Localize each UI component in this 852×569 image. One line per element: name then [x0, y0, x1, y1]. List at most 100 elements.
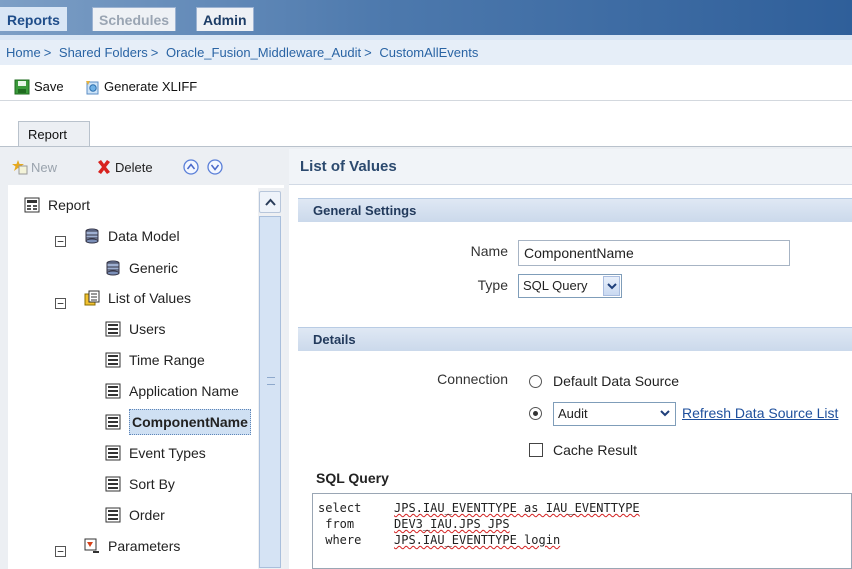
tree-item-event-types[interactable]: Event Types — [105, 441, 206, 465]
tree-item-data-model[interactable]: Data Model — [84, 224, 180, 248]
sql-keyword: select — [318, 501, 362, 515]
breadcrumb-separator: > — [364, 45, 372, 60]
breadcrumb-current: CustomAllEvents — [379, 45, 479, 60]
tree-item-sort-by[interactable]: Sort By — [105, 472, 175, 496]
tree-item-time-range[interactable]: Time Range — [105, 348, 205, 372]
radio-selected-dot — [533, 411, 538, 416]
sql-code: JPS.IAU_EVENTTYPE login — [394, 533, 561, 547]
move-down-icon[interactable] — [207, 159, 223, 175]
tree-label: List of Values — [108, 290, 192, 306]
tree-label: Parameters — [108, 538, 181, 554]
tree-label: Report — [48, 197, 91, 213]
delete-button[interactable]: Delete — [96, 159, 153, 175]
move-up-icon[interactable] — [183, 159, 199, 175]
dropdown-arrow — [603, 276, 620, 296]
generate-xliff-button[interactable]: Generate XLIFF — [84, 72, 197, 102]
lov-folder-icon — [84, 290, 100, 306]
sql-line: where JPS.IAU_EVENTTYPE login — [318, 532, 851, 548]
new-button[interactable]: New — [12, 159, 57, 175]
tree-item-componentname[interactable]: ComponentName — [105, 409, 251, 435]
list-icon — [105, 476, 121, 492]
chevron-down-icon — [660, 410, 670, 417]
list-icon — [105, 352, 121, 368]
scroll-up-button[interactable] — [259, 191, 281, 213]
list-icon — [105, 414, 121, 430]
breadcrumb: Home > Shared Folders > Oracle_Fusion_Midd… — [0, 40, 852, 65]
save-icon — [14, 79, 30, 95]
tree-label: Order — [129, 507, 165, 523]
properties-panel: List of Values General Settings Name Com… — [289, 149, 852, 569]
type-label: Type — [477, 277, 508, 293]
sql-line: select JPS.IAU_EVENTTYPE as IAU_EVENTTYPE — [318, 500, 851, 516]
default-data-source-radio[interactable] — [529, 375, 542, 388]
parameters-icon — [84, 538, 99, 553]
general-settings-header: General Settings — [298, 198, 852, 222]
sql-line: from DEV3_IAU.JPS JPS — [318, 516, 851, 532]
breadcrumb-separator: > — [43, 45, 52, 60]
tree-scrollbar[interactable] — [258, 188, 284, 569]
breadcrumb-shared-folders[interactable]: Shared Folders — [59, 45, 148, 60]
sql-query-title: SQL Query — [316, 470, 389, 486]
list-icon — [105, 383, 121, 399]
scroll-thumb[interactable] — [259, 216, 281, 568]
chevron-up-icon — [265, 198, 276, 206]
tab-reports[interactable]: Reports — [0, 7, 67, 31]
tab-report[interactable]: Report — [18, 121, 90, 147]
database-icon — [106, 260, 120, 276]
tree-item-order[interactable]: Order — [105, 503, 165, 527]
tab-schedules[interactable]: Schedules — [92, 7, 177, 31]
tree-item-parameters[interactable]: Parameters — [84, 534, 180, 558]
list-icon — [105, 445, 121, 461]
cache-result-checkbox[interactable] — [529, 443, 543, 457]
page-title: List of Values — [289, 149, 852, 185]
report-tree: Report − Data Model Generic − List of Va… — [8, 188, 258, 569]
audit-radio[interactable] — [529, 407, 542, 420]
xliff-icon — [86, 81, 99, 95]
tree-toolbar: New Delete — [8, 149, 284, 185]
connection-select-value: Audit — [558, 406, 588, 421]
tree-label: ComponentName — [129, 409, 251, 435]
breadcrumb-audit-folder[interactable]: Oracle_Fusion_Middleware_Audit — [166, 45, 361, 60]
tab-admin[interactable]: Admin — [196, 7, 254, 31]
tree-item-list-of-values[interactable]: List of Values — [84, 286, 191, 310]
tree-item-report[interactable]: Report — [24, 193, 90, 217]
name-field[interactable]: ComponentName — [518, 240, 790, 266]
type-select-value: SQL Query — [523, 278, 588, 293]
tree-item-generic[interactable]: Generic — [105, 256, 178, 280]
sql-query-editor[interactable]: select JPS.IAU_EVENTTYPE as IAU_EVENTTYPE… — [312, 493, 852, 569]
breadcrumb-separator: > — [150, 45, 159, 60]
tree-label: Generic — [129, 260, 179, 276]
top-tab-bar: Reports Schedules Admin — [0, 0, 852, 35]
sql-keyword: where — [318, 533, 362, 547]
new-star-icon — [12, 160, 28, 175]
save-button[interactable]: Save — [14, 72, 64, 102]
tree-item-application-name[interactable]: Application Name — [105, 379, 239, 403]
breadcrumb-home[interactable]: Home — [6, 45, 41, 60]
database-icon — [85, 228, 99, 244]
main-toolbar: Save Generate XLIFF — [0, 72, 852, 102]
sql-code: JPS.IAU_EVENTTYPE as IAU_EVENTTYPE — [394, 501, 640, 515]
connection-select[interactable]: Audit — [553, 402, 676, 426]
refresh-data-source-link[interactable]: Refresh Data Source List — [682, 405, 838, 421]
collapse-data-model[interactable]: − — [55, 236, 66, 247]
toolbar-divider — [0, 100, 852, 101]
type-select[interactable]: SQL Query — [518, 274, 622, 298]
sql-keyword: from — [318, 517, 355, 531]
collapse-parameters[interactable]: − — [55, 546, 66, 557]
save-label: Save — [34, 79, 64, 94]
tree-item-users[interactable]: Users — [105, 317, 166, 341]
tree-label: Event Types — [129, 445, 206, 461]
chevron-down-icon — [607, 283, 617, 290]
list-icon — [105, 507, 121, 523]
tree-label: Time Range — [129, 352, 205, 368]
cache-result-label: Cache Result — [553, 442, 638, 458]
tree-label: Application Name — [129, 383, 239, 399]
tree-label: Data Model — [108, 228, 180, 244]
default-data-source-label: Default Data Source — [553, 373, 680, 389]
delete-x-icon — [98, 160, 110, 174]
collapse-list-of-values[interactable]: − — [55, 298, 66, 309]
tree-label: Users — [129, 321, 166, 337]
name-label: Name — [470, 243, 508, 259]
dropdown-arrow — [657, 404, 674, 424]
details-header: Details — [298, 327, 852, 351]
